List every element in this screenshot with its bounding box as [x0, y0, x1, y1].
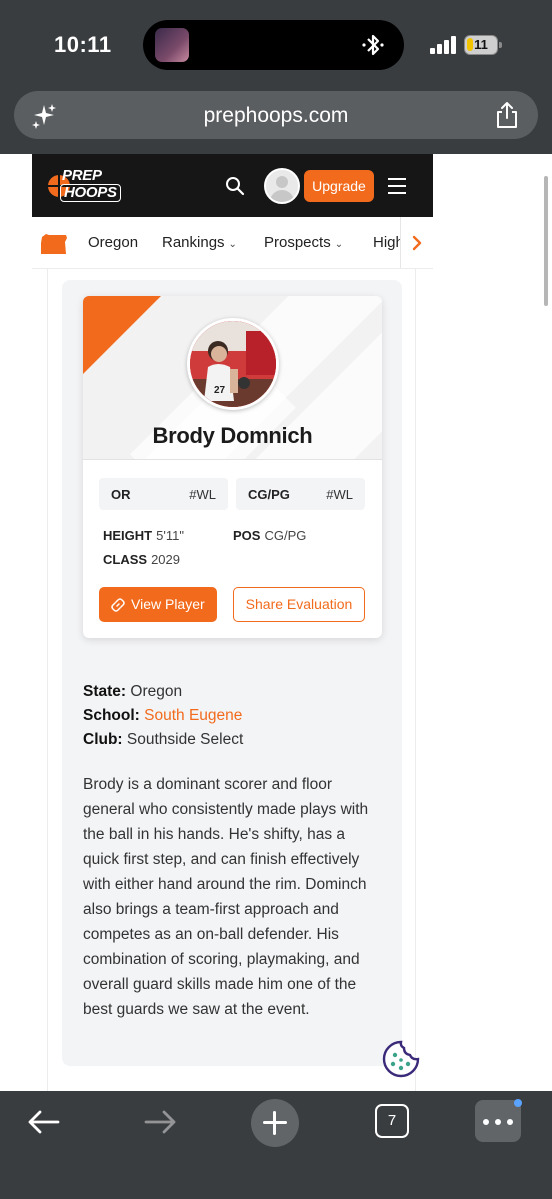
nav-scroll-right-button[interactable]: [400, 217, 433, 268]
position-rank-box: CG/PG #WL: [236, 478, 365, 510]
view-player-button[interactable]: View Player: [99, 587, 217, 622]
new-tab-plus-icon[interactable]: [251, 1099, 299, 1147]
chevron-down-icon: ⌄: [334, 239, 344, 250]
now-playing-thumbnail: [155, 28, 189, 62]
dynamic-island[interactable]: [143, 20, 404, 70]
more-options-icon[interactable]: [475, 1100, 521, 1142]
nav-item-oregon[interactable]: Oregon: [88, 234, 138, 251]
class-value: 2029: [151, 552, 180, 567]
bluetooth-icon: [362, 34, 384, 56]
url-text: prephoops.com: [203, 104, 349, 127]
height-label: HEIGHT: [103, 528, 153, 543]
user-avatar[interactable]: [264, 168, 300, 204]
detail-state: State: Oregon: [83, 683, 182, 701]
nav-item-prospects[interactable]: Prospects ⌄: [264, 234, 343, 251]
player-card: 27 Brody Domnich OR #WL CG/PG #WL HEIGHT…: [83, 296, 382, 638]
notification-dot: [514, 1099, 522, 1107]
height-value: 5'11": [156, 528, 184, 543]
position-label: POS: [233, 528, 261, 543]
forward-arrow-icon[interactable]: [142, 1108, 178, 1136]
share-icon[interactable]: [494, 101, 520, 129]
nav-item-label: Rankings: [162, 234, 225, 251]
height-attribute: HEIGHT 5'11": [103, 528, 184, 543]
club-label: Club:: [83, 731, 123, 748]
browser-toolbar: 7: [0, 1091, 552, 1199]
battery-icon: 11: [464, 35, 498, 55]
back-arrow-icon[interactable]: [26, 1108, 62, 1136]
state-rank-box: OR #WL: [99, 478, 228, 510]
site-header: PREP HOOPS Upgrade: [32, 154, 433, 217]
player-photo[interactable]: 27: [187, 318, 279, 410]
state-nav-bar: Oregon Rankings ⌄ Prospects ⌄ High: [32, 217, 433, 269]
state-rank-value: #WL: [189, 487, 216, 502]
logo-text-prep: PREP: [62, 167, 102, 184]
view-player-label: View Player: [131, 596, 205, 612]
school-label: School:: [83, 707, 140, 724]
chevron-down-icon: ⌄: [228, 239, 237, 250]
player-name: Brody Domnich: [152, 423, 313, 448]
cellular-signal-icon: [430, 36, 458, 54]
link-icon: [111, 598, 125, 612]
status-bar: 10:11 11: [0, 0, 552, 88]
class-label: CLASS: [103, 552, 148, 567]
state-rank-label: OR: [111, 487, 131, 502]
share-evaluation-button[interactable]: Share Evaluation: [233, 587, 365, 622]
club-value: Southside Select: [126, 731, 244, 748]
page-scrollbar[interactable]: [544, 176, 548, 306]
tab-count-button[interactable]: 7: [375, 1104, 409, 1138]
cookie-settings-icon[interactable]: [380, 1039, 422, 1079]
upgrade-button[interactable]: Upgrade: [304, 170, 374, 202]
position-value: CG/PG: [264, 528, 307, 543]
position-rank-label: CG/PG: [248, 487, 290, 502]
position-rank-value: #WL: [326, 487, 353, 502]
evaluation-text: Brody is a dominant scorer and floor gen…: [83, 776, 369, 1018]
nav-item-label: Prospects: [264, 234, 331, 251]
oregon-state-icon[interactable]: [40, 233, 68, 255]
logo-text-hoops: HOOPS: [60, 184, 121, 202]
prephoops-logo[interactable]: PREP HOOPS: [46, 166, 126, 206]
search-icon[interactable]: [225, 176, 245, 196]
chevron-right-icon: [412, 235, 422, 251]
player-card-header: 27 Brody Domnich: [83, 296, 382, 460]
address-bar[interactable]: prephoops.com: [14, 91, 538, 139]
player-jersey-number: 27: [214, 385, 226, 396]
state-label: State:: [83, 683, 127, 700]
nav-item-label: Oregon: [88, 234, 139, 251]
detail-club: Club: Southside Select: [83, 731, 243, 749]
position-attribute: POS CG/PG: [233, 528, 306, 543]
nav-item-rankings[interactable]: Rankings ⌄: [162, 234, 237, 251]
card-corner-accent: [83, 296, 161, 374]
hamburger-menu-icon[interactable]: [388, 178, 406, 194]
school-link[interactable]: South Eugene: [144, 707, 242, 724]
browser-address-area: prephoops.com: [0, 88, 552, 154]
battery-level: 11: [474, 37, 488, 52]
class-attribute: CLASS 2029: [103, 552, 180, 567]
detail-school: School: South Eugene: [83, 707, 242, 725]
state-value: Oregon: [130, 683, 183, 700]
status-time: 10:11: [54, 32, 112, 57]
